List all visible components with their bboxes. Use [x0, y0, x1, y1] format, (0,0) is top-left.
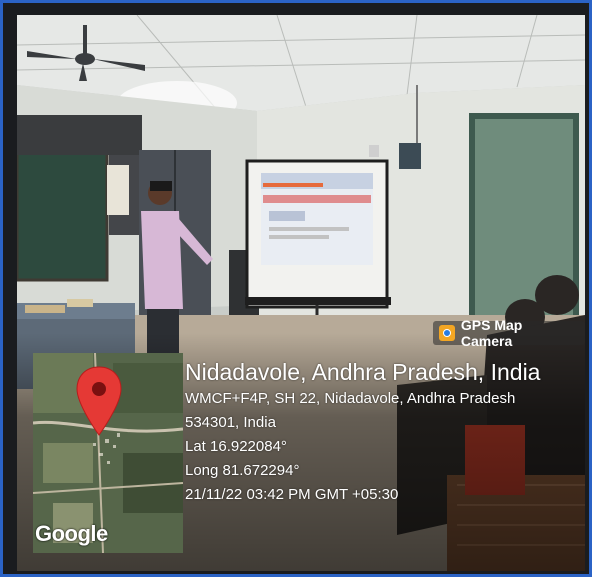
- map-thumbnail: Google: [33, 353, 183, 553]
- classroom-photo: GPS Map Camera Google Nidadavole, Andhra…: [17, 15, 585, 571]
- timestamp: 21/11/22 03:42 PM GMT +05:30: [185, 486, 399, 503]
- latitude: Lat 16.922084°: [185, 438, 287, 455]
- address-line-1: WMCF+F4P, SH 22, Nidadavole, Andhra Prad…: [185, 390, 516, 407]
- address-line-2: 534301, India: [185, 414, 276, 431]
- photo-frame: GPS Map Camera Google Nidadavole, Andhra…: [0, 0, 592, 577]
- app-label: GPS Map Camera: [460, 317, 523, 349]
- longitude: Long 81.672294°: [185, 462, 300, 479]
- location-info: Nidadavole, Andhra Pradesh, India WMCF+F…: [185, 357, 540, 507]
- gps-map-camera-icon: [439, 325, 455, 341]
- place-name: Nidadavole, Andhra Pradesh, India: [185, 359, 541, 385]
- gps-map-camera-badge: GPS Map Camera: [433, 317, 585, 349]
- google-map-mark: Google: [35, 521, 108, 546]
